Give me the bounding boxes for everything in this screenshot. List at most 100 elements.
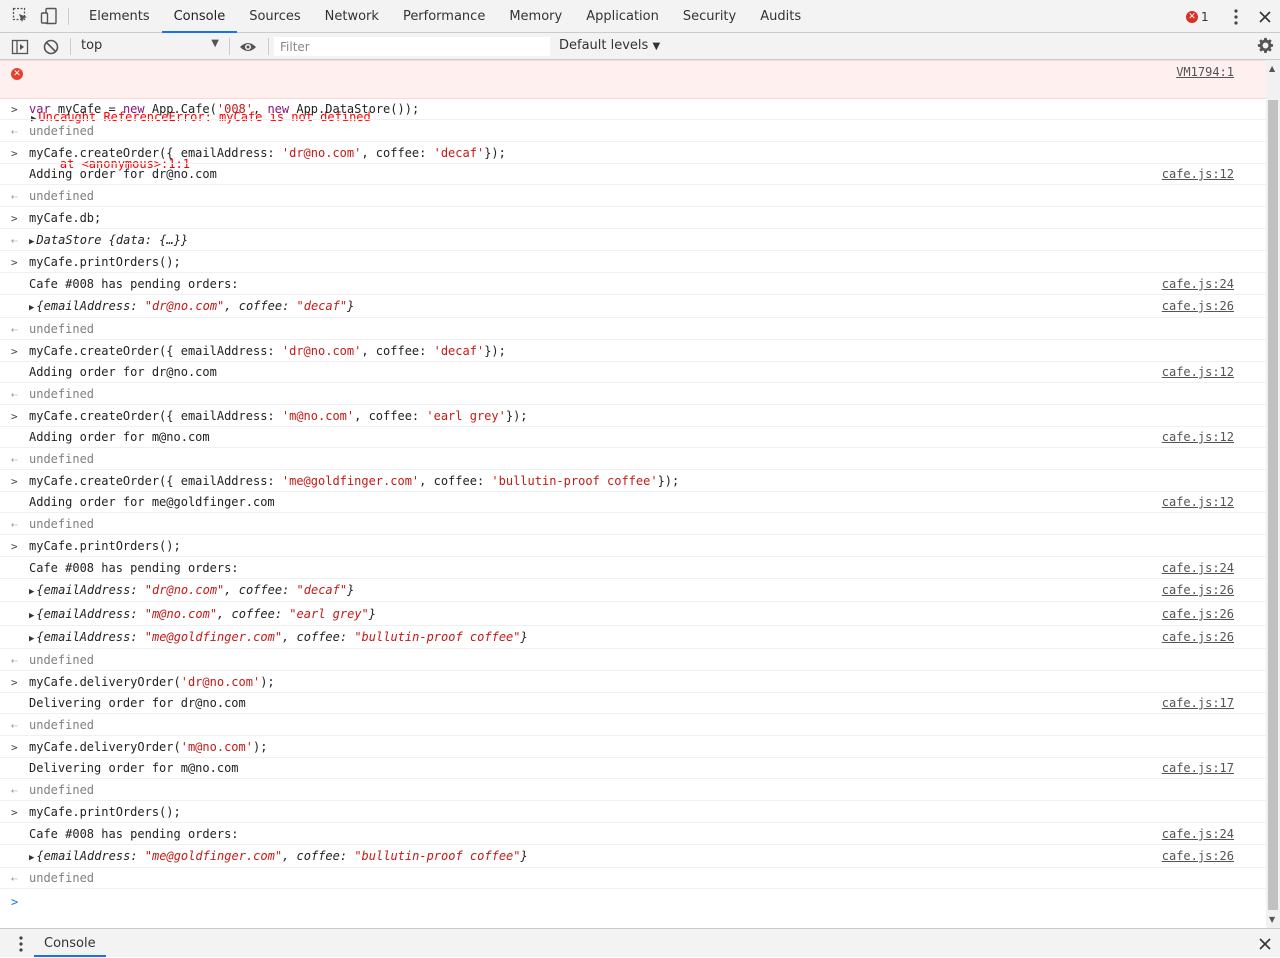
customize-menu-icon[interactable] xyxy=(1228,8,1244,26)
line-text: undefined xyxy=(29,189,95,203)
tab-console[interactable]: Console xyxy=(161,0,238,33)
device-toolbar-icon[interactable] xyxy=(40,7,58,25)
result-arrow-icon: ⇠ xyxy=(11,190,18,203)
show-sidebar-icon[interactable] xyxy=(11,38,29,56)
source-link[interactable]: cafe.js:17 xyxy=(1162,761,1234,776)
input-chevron-icon: > xyxy=(11,475,18,488)
result-arrow-icon: ⇠ xyxy=(11,654,18,667)
source-link[interactable]: cafe.js:12 xyxy=(1162,167,1234,182)
result-arrow-icon: ⇠ xyxy=(11,453,18,466)
line-text: undefined xyxy=(29,653,95,667)
line-text: {emailAddress: xyxy=(36,299,145,313)
source-link[interactable]: cafe.js:26 xyxy=(1162,583,1234,598)
console-settings-gear-icon[interactable] xyxy=(1257,37,1274,54)
source-link[interactable]: cafe.js:12 xyxy=(1162,495,1234,510)
source-link[interactable]: cafe.js:24 xyxy=(1162,277,1234,292)
line-text: undefined xyxy=(29,452,95,466)
log-levels-dropdown[interactable]: Default levels ▼ xyxy=(559,38,660,53)
expand-triangle-icon[interactable]: ▶ xyxy=(29,301,34,316)
context-select[interactable]: top ▼ xyxy=(81,38,219,55)
line-text: {emailAddress: xyxy=(36,849,145,863)
close-devtools-icon[interactable] xyxy=(1257,9,1273,25)
error-count-badge[interactable]: ✕ 1 xyxy=(1186,9,1209,25)
line-text: } xyxy=(347,583,355,597)
line-text: App.Cafe( xyxy=(151,102,217,116)
console-prompt[interactable]: > xyxy=(0,889,1266,915)
source-link[interactable]: cafe.js:12 xyxy=(1162,430,1234,445)
line-text: "dr@no.com" xyxy=(144,299,225,313)
expand-triangle-icon[interactable]: ▶ xyxy=(29,632,34,647)
console-log-line: Cafe #008 has pending orders: cafe.js:24 xyxy=(0,823,1266,845)
live-expression-eye-icon[interactable] xyxy=(239,38,257,56)
expand-triangle-icon[interactable]: ▶ xyxy=(29,585,34,600)
line-text: Adding order for m@no.com xyxy=(29,430,210,444)
line-text: 'dr@no.com' xyxy=(180,675,261,689)
error-message: ✕ ▶ Uncaught ReferenceError: myCafe is no… xyxy=(0,60,1266,171)
expand-triangle-icon[interactable]: ▶ xyxy=(29,609,34,624)
clear-console-icon[interactable] xyxy=(42,38,60,56)
close-drawer-icon[interactable] xyxy=(1257,936,1273,952)
line-text: myCafe.deliveryOrder( xyxy=(29,675,181,689)
console-result-line: ⇠ undefined xyxy=(0,868,1266,889)
line-text: }); xyxy=(505,409,528,423)
line-text: , coffee: xyxy=(361,344,434,358)
console-scrollbar[interactable]: ▲ ▼ xyxy=(1266,60,1280,928)
line-text: undefined xyxy=(29,124,95,138)
scroll-thumb[interactable] xyxy=(1268,100,1278,910)
inspect-element-icon[interactable] xyxy=(12,7,30,25)
source-link[interactable]: cafe.js:26 xyxy=(1162,607,1234,622)
input-chevron-icon: > xyxy=(11,676,18,689)
drawer-tabbar: Console xyxy=(0,928,1280,957)
error-source-link[interactable]: VM1794:1 xyxy=(1176,65,1234,80)
tab-network[interactable]: Network xyxy=(313,0,391,33)
line-text: }); xyxy=(484,344,506,358)
expand-triangle-icon[interactable]: ▶ xyxy=(29,235,34,250)
scroll-down-icon[interactable]: ▼ xyxy=(1269,915,1275,924)
tab-application[interactable]: Application xyxy=(574,0,671,33)
result-arrow-icon: ⇠ xyxy=(11,719,18,732)
source-link[interactable]: cafe.js:26 xyxy=(1162,299,1234,314)
console-log-line: ▶ {emailAddress: "m@no.com", coffee: "ear… xyxy=(0,602,1266,626)
tab-sources[interactable]: Sources xyxy=(237,0,312,33)
source-link[interactable]: cafe.js:26 xyxy=(1162,849,1234,864)
source-link[interactable]: cafe.js:24 xyxy=(1162,827,1234,842)
toolbar-divider xyxy=(268,38,269,55)
line-text: Cafe #008 has pending orders: xyxy=(29,827,239,841)
drawer-menu-icon[interactable] xyxy=(13,935,29,953)
panel-tabs: Elements Console Sources Network Performance… xyxy=(77,0,813,33)
line-text: myCafe.deliveryOrder( xyxy=(29,740,181,754)
console-input-line: > myCafe.deliveryOrder('dr@no.com'); xyxy=(0,671,1266,693)
line-text: undefined xyxy=(29,871,95,885)
console-log-line: Adding order for dr@no.com cafe.js:12 xyxy=(0,164,1266,185)
dropdown-arrow-icon: ▼ xyxy=(652,41,661,52)
line-text: Adding order for me@goldfinger.com xyxy=(29,495,275,509)
line-text: Delivering order for m@no.com xyxy=(29,761,239,775)
console-result-line: ⇠ undefined xyxy=(0,714,1266,736)
scroll-up-icon[interactable]: ▲ xyxy=(1269,64,1275,73)
line-text: {emailAddress: xyxy=(36,607,145,621)
tab-elements[interactable]: Elements xyxy=(77,0,162,33)
line-text: undefined xyxy=(29,517,95,531)
line-text: "earl grey" xyxy=(289,607,369,621)
source-link[interactable]: cafe.js:17 xyxy=(1162,696,1234,711)
filter-input[interactable] xyxy=(274,37,550,56)
console-log-line: Delivering order for m@no.com cafe.js:17 xyxy=(0,758,1266,779)
input-chevron-icon: > xyxy=(11,741,18,754)
line-text: var xyxy=(29,102,58,116)
line-text: 'decaf' xyxy=(433,146,485,160)
source-link[interactable]: cafe.js:12 xyxy=(1162,365,1234,380)
tab-performance[interactable]: Performance xyxy=(391,0,497,33)
console-log-line: Adding order for me@goldfinger.com cafe.j… xyxy=(0,492,1266,513)
tab-memory[interactable]: Memory xyxy=(497,0,574,33)
tab-audits[interactable]: Audits xyxy=(748,0,813,33)
tab-security[interactable]: Security xyxy=(671,0,748,33)
source-link[interactable]: cafe.js:24 xyxy=(1162,561,1234,576)
line-text: App.DataStore()); xyxy=(296,102,420,116)
input-chevron-icon: > xyxy=(11,103,18,116)
error-count: 1 xyxy=(1201,10,1209,24)
source-link[interactable]: cafe.js:26 xyxy=(1162,630,1234,645)
drawer-tab-console[interactable]: Console xyxy=(34,929,106,957)
result-arrow-icon: ⇠ xyxy=(11,872,18,885)
expand-triangle-icon[interactable]: ▶ xyxy=(29,851,34,866)
console-messages[interactable]: ✕ ▶ Uncaught ReferenceError: myCafe is no… xyxy=(0,60,1266,928)
